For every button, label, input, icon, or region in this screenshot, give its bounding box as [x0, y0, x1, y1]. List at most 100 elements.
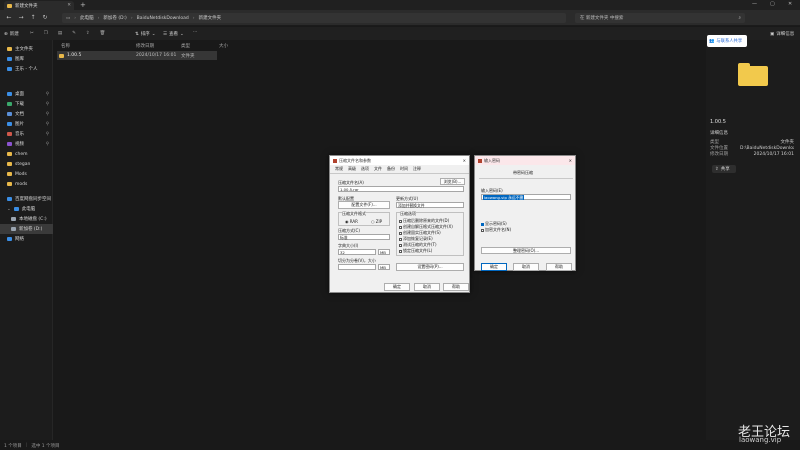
large-folder-icon — [738, 63, 768, 86]
sidebar-item-gallery[interactable]: 图库 — [0, 54, 53, 64]
method-select[interactable]: 标准 — [338, 234, 390, 240]
paste-icon[interactable]: ▤ — [58, 31, 62, 36]
help-button[interactable]: 帮助 — [443, 283, 469, 291]
sidebar-item-mods[interactable]: mods — [0, 179, 53, 189]
sidebar-item-this-pc[interactable]: ⌄ 此电脑 — [0, 204, 53, 214]
sidebar-item-videos[interactable]: 视频 ⚲ — [0, 139, 53, 149]
new-button[interactable]: ⊕ 新建 — [4, 31, 19, 38]
share-with-contacts-button[interactable]: 👥 与联系人共享 — [707, 35, 747, 47]
sidebar-item-baidu-sync[interactable]: 百度网盘同步空间 — [0, 194, 53, 204]
details-button[interactable]: ▣ 详细信息 — [770, 31, 794, 38]
update-mode-select[interactable]: 添加并替换文件 — [396, 202, 464, 208]
cut-icon[interactable]: ✂ — [30, 31, 34, 36]
sidebar-item-drive-c[interactable]: 本地磁盘 (C:) — [0, 214, 53, 224]
tab-time[interactable]: 时间 — [400, 166, 408, 172]
tab-advanced[interactable]: 高级 — [348, 166, 356, 172]
breadcrumb-3[interactable]: 新建文件夹 — [199, 15, 222, 21]
set-password-button[interactable]: 设置密码(P)... — [396, 263, 464, 271]
archive-dialog: 压缩文件名和参数 ✕ 常规 高级 选项 文件 备份 时间 注释 压缩文件名(A)… — [329, 155, 470, 293]
cancel-button[interactable]: 取消 — [513, 263, 539, 271]
music-icon — [7, 132, 12, 136]
sidebar-item-onedrive[interactable]: 王乐 - 个人 — [0, 64, 53, 74]
dict-unit-select[interactable]: MB — [378, 249, 390, 255]
close-icon[interactable]: ✕ — [569, 158, 572, 163]
more-icon[interactable]: ··· — [193, 30, 197, 35]
list-header: 名称 修改日期 类型 大小 — [57, 41, 700, 50]
column-name[interactable]: 名称 — [61, 43, 70, 49]
tab-comment[interactable]: 注释 — [413, 166, 421, 172]
sidebar-item-Mods[interactable]: Mods — [0, 169, 53, 179]
column-type[interactable]: 类型 — [181, 43, 190, 49]
split-size-input[interactable] — [338, 264, 376, 270]
options-group: 压缩选项 压缩后删除原来的文件(D) 创建自解压格式压缩文件(X) 创建固实压缩… — [396, 211, 464, 256]
column-size[interactable]: 大小 — [219, 43, 228, 49]
archive-dialog-titlebar: 压缩文件名和参数 ✕ — [330, 156, 469, 165]
sidebar-item-desktop[interactable]: 桌面 ⚲ — [0, 89, 53, 99]
watermark-url: laowang.vip — [739, 436, 782, 444]
ok-button[interactable]: 确定 — [384, 283, 410, 291]
chevron-down-icon: ⌄ — [151, 31, 156, 37]
up-icon[interactable]: ↑ — [29, 14, 37, 22]
tab-backup[interactable]: 备份 — [387, 166, 395, 172]
tab-files[interactable]: 文件 — [374, 166, 382, 172]
close-window-icon[interactable]: ✕ — [788, 1, 792, 7]
back-icon[interactable]: ← — [5, 14, 13, 22]
sidebar-item-pictures[interactable]: 图片 ⚲ — [0, 119, 53, 129]
profile-button[interactable]: 配置文件(F)... — [338, 201, 390, 209]
organize-passwords-button[interactable]: 整理密码(O)... — [481, 247, 571, 254]
option-lock[interactable]: 锁定压缩文件(L) — [399, 248, 432, 254]
sidebar-item-music[interactable]: 音乐 ⚲ — [0, 129, 53, 139]
breadcrumb-2[interactable]: BaiduNetdiskDownload — [137, 16, 189, 21]
new-tab-button[interactable]: + — [80, 1, 86, 9]
tab-general[interactable]: 常规 — [335, 166, 343, 172]
help-button[interactable]: 帮助 — [546, 263, 572, 271]
delete-icon[interactable]: 🗑 — [100, 31, 106, 36]
document-icon — [7, 112, 12, 116]
sort-icon: ⇅ — [135, 31, 139, 37]
tab-options[interactable]: 选项 — [361, 166, 369, 172]
row-type: 文件夹 — [181, 54, 195, 59]
address-bar[interactable]: ▭ › 此电脑 › 新加卷 (D:) › BaiduNetdiskDownloa… — [62, 13, 566, 23]
format-rar-radio[interactable]: ◉ RAR — [345, 219, 358, 224]
search-input[interactable]: 在 新建文件夹 中搜索 ⌕ — [575, 13, 745, 23]
ok-button[interactable]: 确定 — [481, 263, 507, 271]
folder-icon — [7, 172, 12, 176]
download-icon — [7, 102, 12, 106]
format-zip-radio[interactable]: ○ ZIP — [371, 219, 382, 224]
cancel-button[interactable]: 取消 — [414, 283, 440, 291]
sidebar-item-documents[interactable]: 文档 ⚲ — [0, 109, 53, 119]
minimize-icon[interactable]: — — [752, 1, 757, 7]
refresh-icon[interactable]: ↻ — [41, 14, 49, 22]
copy-icon[interactable]: ❐ — [44, 31, 48, 36]
sort-button[interactable]: ⇅ 排序 ⌄ — [135, 31, 156, 38]
pin-icon: ⚲ — [45, 131, 49, 137]
sidebar-item-downloads[interactable]: 下载 ⚲ — [0, 99, 53, 109]
archive-name-field[interactable]: 1.00.5.rar — [338, 186, 464, 192]
share-icon[interactable]: ⇪ — [86, 31, 90, 36]
column-date[interactable]: 修改日期 — [136, 43, 154, 49]
tab-current[interactable]: 新建文件夹 ✕ — [4, 1, 74, 10]
dict-size-select[interactable]: 32 — [338, 249, 376, 255]
encrypt-filenames-checkbox[interactable]: 加密文件名(N) — [481, 227, 511, 233]
browse-button[interactable]: 浏览(B)... — [440, 178, 465, 185]
breadcrumb-1[interactable]: 新加卷 (D:) — [103, 15, 126, 21]
breadcrumb-0[interactable]: 此电脑 — [80, 15, 94, 21]
table-row[interactable]: 1.00.5 2024/10/17 16:01 文件夹 — [57, 51, 217, 60]
details-pane-icon: ▣ — [770, 31, 775, 37]
sidebar-item-drive-d[interactable]: 新加卷 (D:) — [0, 224, 53, 234]
share-button[interactable]: ⇪ 共享 — [712, 165, 736, 173]
sidebar-item-stegan[interactable]: stegan — [0, 159, 53, 169]
sidebar-item-network[interactable]: 网络 — [0, 234, 53, 244]
chevron-down-icon: ⌄ — [180, 31, 184, 37]
detail-rows: 类型文件夹 文件位置D:\BaiduNetdiskDownload\新建... … — [710, 140, 794, 157]
view-button[interactable]: ☰ 查看 ⌄ — [163, 31, 184, 38]
split-unit-select[interactable]: MB — [378, 264, 390, 270]
maximize-icon[interactable]: ▢ — [770, 1, 775, 7]
sidebar-item-home[interactable]: 主文件夹 — [0, 44, 53, 54]
forward-icon[interactable]: → — [17, 14, 25, 22]
rename-icon[interactable]: ✎ — [72, 31, 76, 36]
password-field[interactable]: laowang.vip 永远不删 — [481, 194, 571, 200]
close-icon[interactable]: ✕ — [463, 158, 466, 163]
sidebar-item-chem[interactable]: chem — [0, 149, 53, 159]
close-tab-icon[interactable]: ✕ — [67, 3, 71, 8]
